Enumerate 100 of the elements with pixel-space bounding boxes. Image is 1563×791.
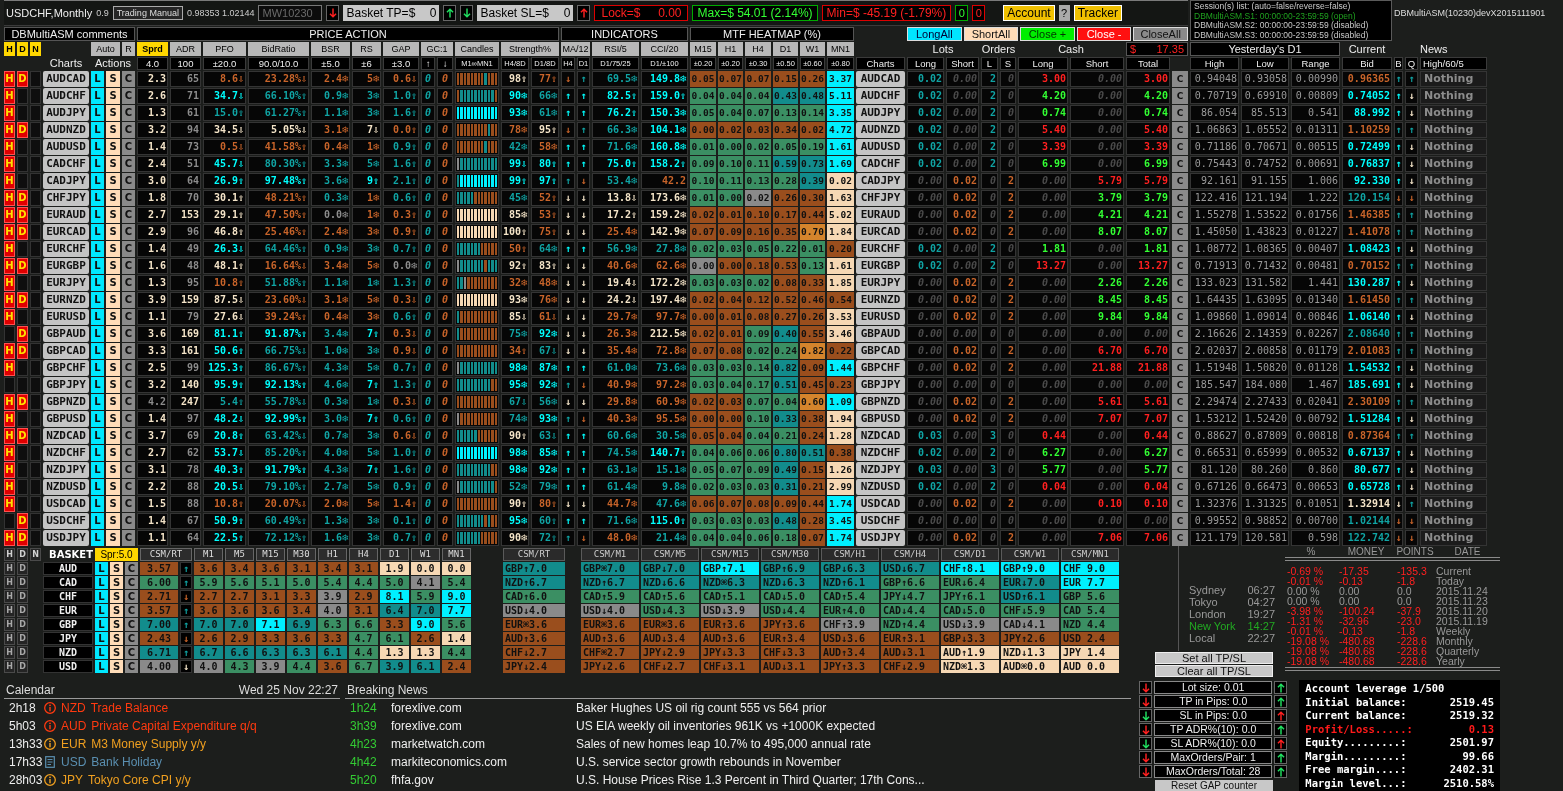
- close-trade-button[interactable]: C: [122, 156, 135, 172]
- short-button[interactable]: S: [110, 590, 123, 603]
- column-header-button[interactable]: BidRatio: [248, 42, 309, 56]
- column-header-button[interactable]: H: [4, 548, 15, 561]
- basket-tp-field[interactable]: Basket TP=$ 0: [343, 5, 440, 21]
- pair-button[interactable]: EURUSD: [856, 309, 905, 325]
- pair-button[interactable]: NZDCAD: [43, 428, 89, 444]
- short-button[interactable]: S: [106, 496, 120, 512]
- short-button[interactable]: S: [106, 207, 120, 223]
- pair-button[interactable]: AUDUSD: [856, 139, 905, 155]
- close-trade-button[interactable]: C: [122, 241, 135, 257]
- pair-button[interactable]: EURGBP: [856, 258, 905, 274]
- reset-button[interactable]: Reset GAP counter: [1155, 780, 1273, 791]
- pair-button[interactable]: AUDCAD: [856, 71, 905, 87]
- close-trade-button[interactable]: C: [1172, 190, 1188, 206]
- long-button[interactable]: L: [91, 88, 104, 104]
- pair-button[interactable]: EURAUD: [43, 207, 89, 223]
- pair-button[interactable]: GBPJPY: [856, 377, 905, 393]
- short-button[interactable]: S: [106, 428, 120, 444]
- pair-button[interactable]: EURCAD: [43, 224, 89, 240]
- account-field[interactable]: MW10230: [258, 5, 323, 21]
- short-button[interactable]: S: [106, 224, 120, 240]
- short-button[interactable]: S: [106, 139, 120, 155]
- long-button[interactable]: L: [91, 530, 104, 546]
- close-trade-button[interactable]: C: [122, 122, 135, 138]
- close-trade-button[interactable]: C: [1172, 411, 1188, 427]
- short-button[interactable]: S: [106, 462, 120, 478]
- flag-label[interactable]: D: [17, 343, 28, 359]
- flag-button[interactable]: D: [17, 562, 28, 575]
- column-header-button[interactable]: BSR: [311, 42, 350, 56]
- flag-button[interactable]: D: [17, 632, 28, 645]
- close-trade-button[interactable]: C: [125, 632, 138, 645]
- pair-button[interactable]: EURGBP: [43, 258, 89, 274]
- close-trade-button[interactable]: C: [122, 445, 135, 461]
- column-header-button[interactable]: GC:1: [421, 42, 453, 56]
- short-button[interactable]: S: [106, 173, 120, 189]
- pair-button[interactable]: AUDJPY: [856, 105, 905, 121]
- close-trade-button[interactable]: C: [122, 292, 135, 308]
- pair-button[interactable]: NZDCHF: [856, 445, 905, 461]
- short-button[interactable]: S: [106, 190, 120, 206]
- short-button[interactable]: S: [110, 604, 123, 617]
- close-trade-button[interactable]: C: [122, 479, 135, 495]
- close-trade-button[interactable]: C: [122, 190, 135, 206]
- short-button[interactable]: S: [106, 258, 120, 274]
- flag-label[interactable]: H: [4, 462, 15, 478]
- column-header-button[interactable]: GAP: [383, 42, 419, 56]
- long-button[interactable]: L: [91, 309, 104, 325]
- tracker-button[interactable]: Tracker: [1073, 5, 1122, 21]
- flag-label[interactable]: D: [17, 292, 28, 308]
- long-button[interactable]: L: [91, 105, 104, 121]
- close-trade-button[interactable]: C: [122, 394, 135, 410]
- pair-button[interactable]: EURCHF: [856, 241, 905, 257]
- pair-button[interactable]: EURJPY: [43, 275, 89, 291]
- pair-button[interactable]: NZDJPY: [43, 462, 89, 478]
- help-button[interactable]: ?: [1058, 5, 1070, 21]
- manual-button[interactable]: Trading Manual: [112, 6, 183, 20]
- close-trade-button[interactable]: C: [122, 71, 135, 87]
- close-trade-button[interactable]: C: [1172, 309, 1188, 325]
- pair-button[interactable]: USDCAD: [856, 496, 905, 512]
- pair-button[interactable]: USDCAD: [43, 496, 89, 512]
- short-button[interactable]: S: [110, 562, 123, 575]
- flag-label[interactable]: D: [17, 122, 28, 138]
- long-button[interactable]: L: [95, 590, 108, 603]
- long-button[interactable]: L: [95, 604, 108, 617]
- pair-button[interactable]: EURNZD: [856, 292, 905, 308]
- long-all-button[interactable]: LongAll: [907, 27, 962, 41]
- pair-button[interactable]: AUDNZD: [856, 122, 905, 138]
- close-trade-button[interactable]: C: [122, 173, 135, 189]
- flag-label[interactable]: H: [4, 445, 15, 461]
- tp-sl-button[interactable]: Clear all TP/SL: [1155, 665, 1273, 677]
- long-button[interactable]: L: [91, 190, 104, 206]
- flag-button[interactable]: H: [4, 604, 15, 617]
- pair-button[interactable]: USDJPY: [856, 530, 905, 546]
- flag-label[interactable]: D: [17, 326, 28, 342]
- flag-label[interactable]: H: [4, 275, 15, 291]
- flag-button[interactable]: D: [17, 576, 28, 589]
- flag-button[interactable]: D: [17, 646, 28, 659]
- short-button[interactable]: S: [106, 309, 120, 325]
- flag-label[interactable]: H: [4, 207, 15, 223]
- pair-button[interactable]: EURJPY: [856, 275, 905, 291]
- close-trade-button[interactable]: C: [122, 411, 135, 427]
- short-button[interactable]: S: [110, 660, 123, 673]
- long-button[interactable]: L: [91, 343, 104, 359]
- long-button[interactable]: L: [95, 660, 108, 673]
- column-header-button[interactable]: Strength%: [501, 42, 559, 56]
- pair-button[interactable]: USDCHF: [43, 513, 89, 529]
- account-button[interactable]: Account: [1003, 5, 1055, 21]
- close-trade-button[interactable]: C: [1172, 139, 1188, 155]
- pair-button[interactable]: AUDNZD: [43, 122, 89, 138]
- close-trade-button[interactable]: C: [125, 660, 138, 673]
- column-header-button[interactable]: RS: [352, 42, 381, 56]
- short-button[interactable]: S: [106, 377, 120, 393]
- column-header-button[interactable]: CCI/20: [641, 42, 688, 56]
- close-trade-button[interactable]: C: [122, 496, 135, 512]
- short-button[interactable]: S: [106, 445, 120, 461]
- close-trade-button[interactable]: C: [1172, 292, 1188, 308]
- column-header-button[interactable]: W1: [800, 42, 825, 56]
- long-button[interactable]: L: [91, 139, 104, 155]
- column-header-button[interactable]: N: [30, 548, 41, 561]
- pair-button[interactable]: AUDUSD: [43, 139, 89, 155]
